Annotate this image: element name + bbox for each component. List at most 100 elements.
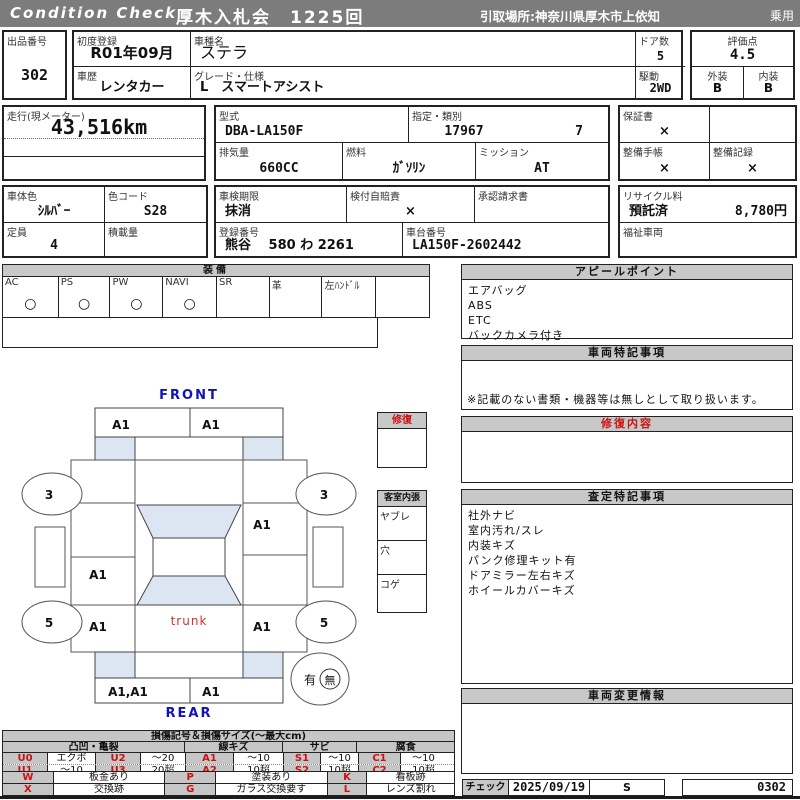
appeal-line: バックカメラ付き bbox=[468, 329, 564, 342]
legend-size: 〜10 bbox=[234, 753, 284, 764]
rear-fender-left bbox=[94, 651, 136, 679]
maintenance-record-cell: 整備記録 × bbox=[709, 142, 795, 179]
cabin-row-hole: 穴 bbox=[378, 541, 426, 575]
lot-number-box: 出品番号 302 bbox=[2, 30, 67, 100]
recycle-cell: リサイクル料 預託済 8,780円 bbox=[620, 187, 795, 222]
legend-label: 塗装あり bbox=[216, 772, 328, 783]
score-cell: 評価点 4.5 bbox=[692, 32, 793, 66]
legend-group-rust: サビ bbox=[283, 742, 358, 752]
capacity-value: 4 bbox=[50, 238, 58, 253]
equip-cell-ac: AC ○ bbox=[3, 277, 59, 317]
damage-mark: A1 bbox=[89, 568, 107, 582]
vehicle-category: 乗用 bbox=[769, 9, 794, 23]
bottom-rule bbox=[0, 796, 800, 799]
legend-code: X bbox=[3, 784, 54, 795]
side-step-right bbox=[312, 526, 344, 588]
legend-code: A1 bbox=[186, 753, 234, 764]
class-sub-number: 7 bbox=[575, 124, 583, 139]
displacement-value: 660CC bbox=[259, 161, 299, 176]
doors-cell: ドア数 5 bbox=[635, 32, 685, 66]
equipment-empty-row bbox=[2, 317, 378, 348]
class-label: 指定・類別 bbox=[412, 112, 462, 123]
maintenance-book-value: × bbox=[659, 161, 670, 176]
wheel-mark: 5 bbox=[320, 616, 328, 630]
legend-size: 〜10 bbox=[412, 753, 435, 764]
legend-code: P bbox=[165, 772, 217, 783]
mileage-value: 43,516km bbox=[50, 115, 148, 139]
color-box: 車体色 ｼﾙﾊﾞｰ 色コード S28 定員 4 積載量 bbox=[2, 185, 208, 258]
car-damage-diagram: FRONT A1 A1 3 3 5 5 A1 A1 A1 A1 trunk A1… bbox=[21, 388, 357, 721]
equipment-row: AC ○ PS ○ PW ○ NAVI ○ SR 革 左ﾊﾝﾄﾞﾙ bbox=[2, 276, 430, 318]
equip-cell-leather: 革 bbox=[270, 277, 323, 317]
pickup-location: 引取場所:神奈川県厚木市上依知 bbox=[480, 9, 660, 24]
first-reg-value: R01年09月 bbox=[90, 44, 174, 62]
mission-label: ミッション bbox=[479, 148, 529, 159]
class-number: 17967 bbox=[444, 124, 484, 139]
sheet-code: 0302 bbox=[682, 779, 793, 796]
equip-cell-extra bbox=[376, 277, 429, 317]
legend-size: エクボ bbox=[48, 753, 96, 764]
repair-codes-table: W 板金あり P 塗装あり K 看板跡 X 交換跡 G ガラス交換要す L レン… bbox=[2, 771, 455, 796]
reg-number-value: 熊谷 580 わ 2261 bbox=[225, 238, 354, 253]
maintenance-book-cell: 整備手帳 × bbox=[620, 142, 709, 179]
check-inspector: S bbox=[623, 781, 631, 794]
cabin-box: 客室内張 ヤブレ 穴 コゲ bbox=[377, 490, 427, 613]
circle-mark: ○ bbox=[24, 296, 37, 312]
spec-box: 型式 DBA-LA150F 指定・類別 17967 7 排気量 660CC 燃料… bbox=[214, 105, 610, 181]
load-label: 積載量 bbox=[108, 228, 138, 239]
interior-value: B bbox=[763, 81, 774, 95]
maintenance-record-label: 整備記録 bbox=[713, 148, 753, 159]
change-info-title: 車両変更情報 bbox=[462, 689, 792, 704]
history-value: レンタカー bbox=[99, 80, 165, 95]
legend-code: U0 bbox=[3, 753, 48, 764]
circle-mark: ○ bbox=[183, 296, 196, 312]
assessment-line: 社外ナビ bbox=[468, 509, 516, 522]
roof bbox=[152, 537, 226, 577]
legend-code: G bbox=[165, 784, 217, 795]
damage-mark: A1 bbox=[253, 518, 271, 532]
front-fender-right bbox=[242, 436, 284, 461]
front-label: FRONT bbox=[159, 388, 219, 403]
legend-label: 交換跡 bbox=[54, 784, 166, 795]
legend-group-scratch: 線キズ bbox=[185, 742, 283, 752]
chassis-cell: 車台番号 LA150F-2602442 bbox=[402, 222, 608, 256]
welfare-label: 福祉車両 bbox=[623, 228, 663, 239]
legend-group-dent: 凸凹・亀裂 bbox=[3, 742, 186, 752]
mileage-box: 走行(現メーター) 43,516km bbox=[2, 105, 206, 181]
drive-cell: 駆動 2WD bbox=[635, 66, 685, 98]
lot-number-label: 出品番号 bbox=[7, 37, 47, 48]
docs-box: 保証書 × 整備手帳 × 整備記録 × bbox=[618, 105, 797, 181]
spare-no-label: 無 bbox=[325, 673, 336, 687]
wheel-mark: 3 bbox=[45, 488, 53, 502]
legend-code: K bbox=[327, 772, 368, 783]
windshield bbox=[136, 504, 242, 539]
legend-code: U2 bbox=[96, 753, 141, 764]
maintenance-book-label: 整備手帳 bbox=[623, 148, 663, 159]
insurance-label: 検付自賠責 bbox=[350, 192, 400, 203]
damage-mark: A1,A1 bbox=[108, 685, 148, 699]
score-label: 評価点 bbox=[727, 37, 758, 48]
recycle-fee: 8,780円 bbox=[734, 204, 787, 219]
first-reg-cell: 初度登録 R01年09月 bbox=[74, 32, 190, 66]
cabin-title: 客室内張 bbox=[378, 491, 426, 507]
grade-value: L スマートアシスト bbox=[200, 80, 325, 95]
docs-empty-cell bbox=[709, 107, 795, 142]
warranty-label: 保証書 bbox=[623, 112, 653, 123]
assessment-title: 査定特記事項 bbox=[462, 490, 792, 505]
exterior-value: B bbox=[712, 81, 723, 95]
capacity-label: 定員 bbox=[7, 228, 27, 239]
wheel-mark: 5 bbox=[45, 616, 53, 630]
appeal-line: エアバッグ bbox=[468, 284, 528, 297]
assessment-line: ホイールカバーキズ bbox=[468, 584, 576, 597]
inspection-value: 抹消 bbox=[225, 204, 252, 219]
repair-detail-panel: 修復内容 bbox=[461, 416, 793, 483]
approval-cell: 承認請求書 bbox=[474, 187, 608, 222]
doors-value: 5 bbox=[656, 49, 665, 63]
body-color-cell: 車体色 ｼﾙﾊﾞｰ bbox=[4, 187, 104, 222]
legend-label: ガラス交換要す bbox=[216, 784, 328, 795]
brand-logo: Condition Check bbox=[10, 4, 178, 22]
repair-mini-title: 修復 bbox=[378, 413, 426, 429]
insurance-value: × bbox=[405, 204, 416, 219]
spare-yes-label: 有 bbox=[304, 673, 316, 687]
damage-mark: A1 bbox=[253, 620, 271, 634]
